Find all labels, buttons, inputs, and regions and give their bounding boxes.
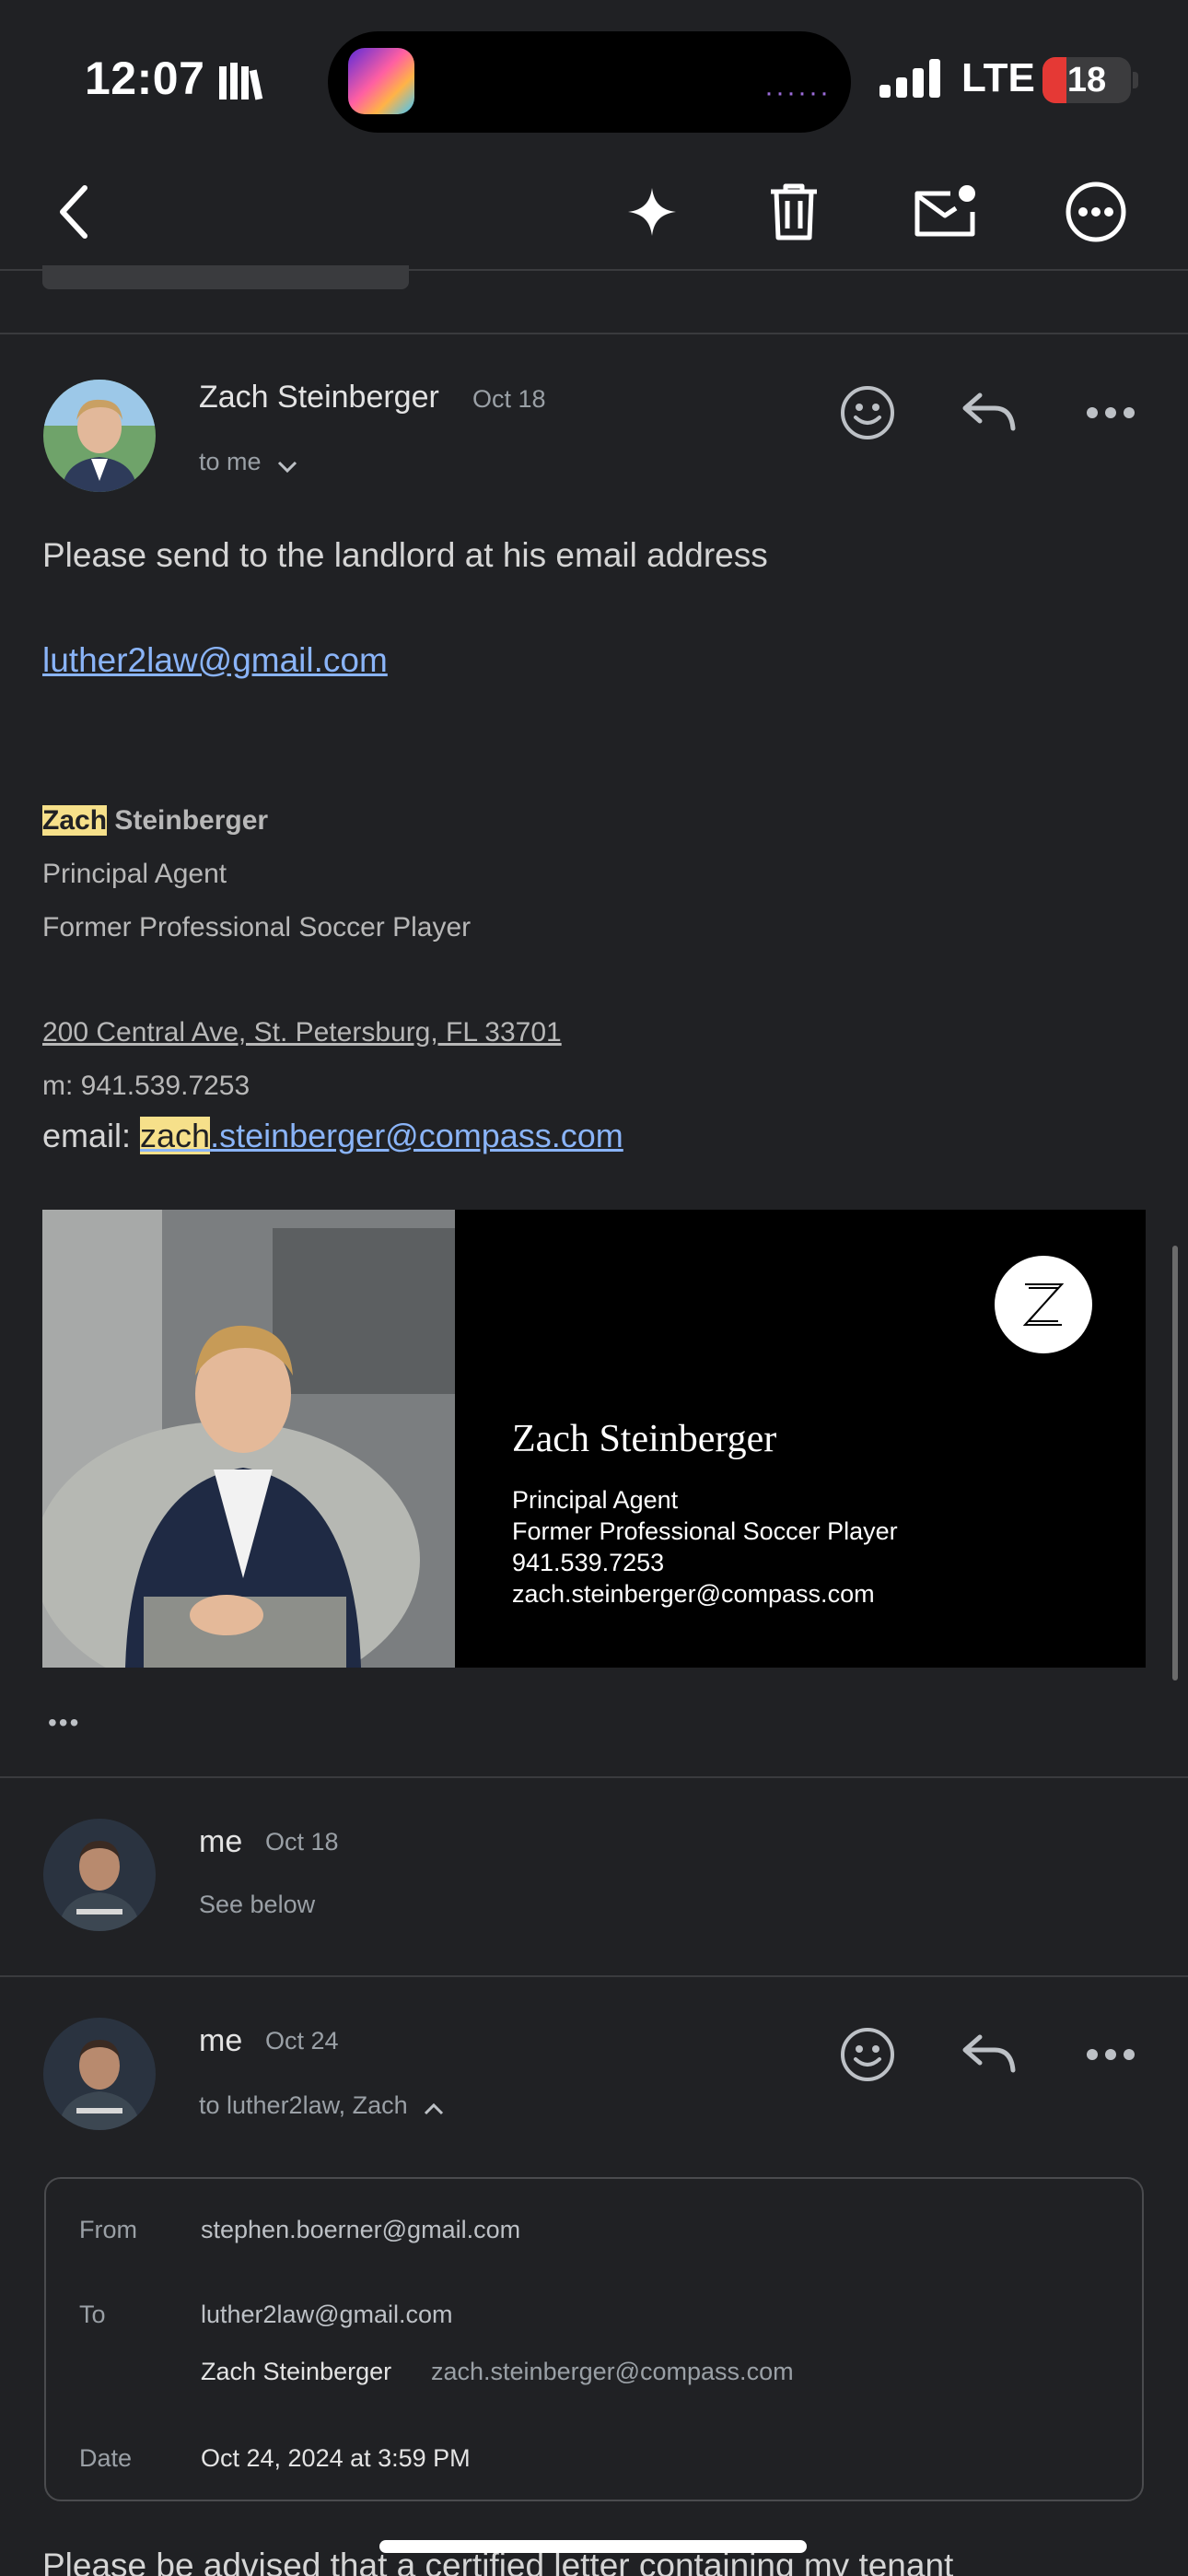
battery-percent: 18 — [1066, 61, 1107, 100]
my-avatar[interactable] — [43, 1819, 156, 1931]
more-circle-icon — [1066, 181, 1126, 242]
delete-button[interactable] — [757, 175, 831, 249]
signature-email-highlight: zach — [140, 1117, 211, 1154]
business-card-image[interactable]: Zach Steinberger Principal Agent Former … — [42, 1210, 1146, 1668]
react-emoji-button[interactable] — [831, 376, 904, 450]
recipient-toggle[interactable]: to me — [199, 448, 297, 476]
date-label: Date — [79, 2444, 133, 2472]
reply-button[interactable] — [952, 376, 1026, 450]
signature-title: Principal Agent — [42, 859, 227, 889]
recipient-summary: to me — [199, 448, 262, 475]
to-value-1[interactable]: luther2law@gmail.com — [201, 2301, 453, 2329]
home-indicator[interactable] — [379, 2540, 807, 2553]
signature-email-label: email: — [42, 1117, 141, 1154]
more-horizontal-icon — [1087, 2049, 1135, 2060]
message-date: Oct 18 — [265, 1828, 339, 1856]
from-label: From — [79, 2216, 137, 2243]
card-subtitle: Former Professional Soccer Player — [512, 1517, 898, 1545]
message-body: Please send to the landlord at his email… — [42, 536, 768, 574]
cellular-signal-icon — [879, 59, 944, 104]
message-divider — [0, 1776, 1188, 1778]
to-label: To — [79, 2301, 106, 2328]
sender-name: me — [199, 1824, 243, 1859]
sender-avatar[interactable] — [43, 380, 156, 492]
scrollbar[interactable] — [1172, 1246, 1178, 1680]
show-trimmed-content-button[interactable]: ••• — [48, 1708, 80, 1738]
sender-name: Zach Steinberger — [199, 380, 439, 415]
my-avatar[interactable] — [43, 2018, 156, 2130]
compass-logo — [995, 1256, 1092, 1353]
signature-email-rest: .steinberger@compass.com — [210, 1117, 623, 1154]
card-phone: 941.539.7253 — [512, 1549, 665, 1576]
signature-subtitle: Former Professional Soccer Player — [42, 912, 472, 943]
app-activity-icon[interactable] — [348, 48, 414, 114]
recipient-summary: to luther2law, Zach — [199, 2091, 408, 2119]
network-type: LTE — [961, 55, 1035, 100]
sender-name: me — [199, 2023, 243, 2058]
card-photo — [42, 1210, 457, 1668]
message-more-button[interactable] — [1074, 376, 1147, 450]
emoji-icon — [841, 2028, 894, 2081]
message-snippet[interactable]: See below — [199, 1891, 315, 1919]
signature-last-name: Steinberger — [114, 805, 269, 836]
signature-name: Zach Steinberger — [42, 805, 268, 837]
library-icon — [217, 61, 269, 106]
card-title: Principal Agent — [512, 1486, 679, 1514]
gemini-button[interactable] — [615, 175, 689, 249]
back-button[interactable] — [37, 175, 111, 249]
mail-unread-icon — [914, 185, 975, 237]
card-email: zach.steinberger@compass.com — [512, 1580, 875, 1608]
more-options-button[interactable] — [1059, 175, 1133, 249]
signature-mobile: m: 941.539.7253 — [42, 1071, 250, 1101]
email-link[interactable]: luther2law@gmail.com — [42, 641, 388, 680]
reply-icon — [962, 392, 1016, 431]
status-time: 12:07 — [85, 53, 205, 104]
back-arrow-icon — [60, 185, 87, 239]
reply-button[interactable] — [952, 2018, 1026, 2091]
chevron-up-icon — [425, 2102, 444, 2115]
reply-icon — [962, 2034, 1016, 2073]
recipient-toggle[interactable]: to luther2law, Zach — [199, 2091, 444, 2120]
message-date: Oct 24 — [265, 2027, 339, 2055]
react-emoji-button[interactable] — [831, 2018, 904, 2091]
to-value-2-email[interactable]: zach.steinberger@compass.com — [431, 2358, 794, 2386]
battery-tip — [1133, 72, 1138, 88]
collapsed-message-stub[interactable] — [42, 265, 409, 289]
message-divider — [0, 333, 1188, 334]
signature-email-link[interactable]: zach.steinberger@compass.com — [140, 1117, 623, 1154]
card-name: Zach Steinberger — [512, 1418, 777, 1460]
signature-email: email: zach.steinberger@compass.com — [42, 1117, 623, 1155]
message-more-button[interactable] — [1074, 2018, 1147, 2091]
message-date: Oct 18 — [472, 385, 546, 413]
chevron-down-icon — [277, 461, 297, 474]
from-value[interactable]: stephen.boerner@gmail.com — [201, 2216, 520, 2244]
to-value-2-name[interactable]: Zach Steinberger — [201, 2358, 391, 2386]
sparkle-icon — [628, 188, 676, 236]
more-horizontal-icon — [1087, 407, 1135, 418]
mark-unread-button[interactable] — [904, 175, 987, 249]
date-value: Oct 24, 2024 at 3:59 PM — [201, 2444, 471, 2472]
emoji-icon — [841, 386, 894, 439]
message-divider — [0, 1975, 1188, 1977]
message-details-panel: From stephen.boerner@gmail.com To luther… — [44, 2177, 1144, 2501]
signature-first-name: Zach — [42, 805, 108, 836]
activity-dots-icon: ······ — [764, 77, 831, 108]
signature-address-link[interactable]: 200 Central Ave, St. Petersburg, FL 3370… — [42, 1017, 562, 1048]
trash-icon — [771, 183, 817, 240]
